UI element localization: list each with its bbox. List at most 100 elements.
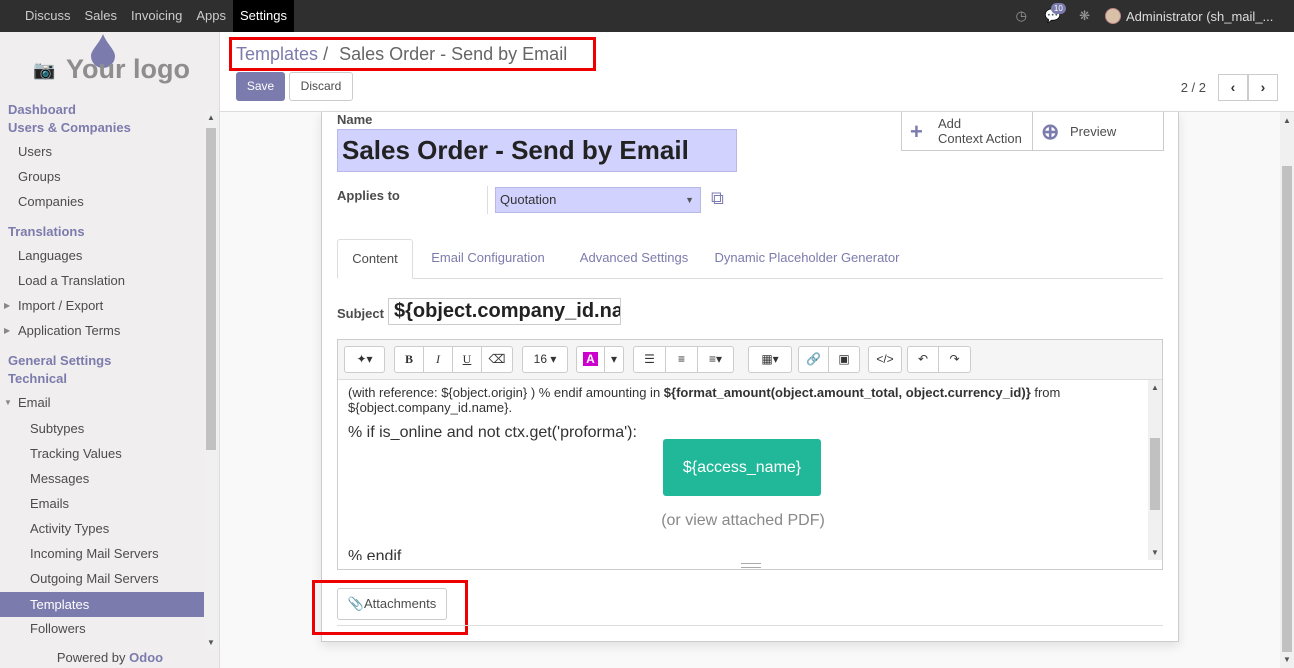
menu-settings[interactable]: Settings [233,0,294,32]
link-icon[interactable]: 🔗 [799,347,829,372]
sidebar-item-technical[interactable]: Technical [0,366,204,391]
underline-button[interactable]: U [453,347,482,372]
table-icon[interactable]: ▦▾ [749,347,791,372]
font-size-select[interactable]: 16 ▾ [523,347,567,372]
add-context-action-button[interactable]: + Add Context Action [902,112,1033,150]
applies-to-select[interactable]: Quotation ▼ [495,187,701,213]
code-view-icon[interactable]: </> [869,347,901,372]
menu-apps[interactable]: Apps [189,0,233,32]
sidebar-item-load-translation[interactable]: Load a Translation [0,268,204,293]
powered-by: Powered by Odoo [0,650,220,665]
sidebar-item-activity-types[interactable]: Activity Types [0,516,204,541]
eraser-icon[interactable]: ⌫ [482,347,512,372]
sidebar-item-emails[interactable]: Emails [0,491,204,516]
tab-advanced-settings[interactable]: Advanced Settings [571,239,697,279]
sidebar-menu: Dashboard Users & Companies Users Groups… [0,102,204,650]
editor-text-amount: ${format_amount(object.amount_total, obj… [663,385,1031,400]
access-button[interactable]: ${access_name} [663,439,821,496]
user-menu[interactable]: Administrator (sh_mail_... [1126,9,1294,24]
magic-wand-icon[interactable]: ✦▾ [345,347,384,372]
scroll-up-icon[interactable]: ▲ [207,113,215,122]
applies-to-value: Quotation [500,192,557,207]
sidebar-item-subtypes[interactable]: Subtypes [0,416,204,441]
editor-text-line: (with reference: ${object.origin} ) % en… [348,385,1060,400]
menu-sales[interactable]: Sales [78,0,125,32]
chat-icon[interactable]: 💬 10 [1045,3,1066,24]
add-context-line1: Add [938,116,962,131]
sidebar-item-languages[interactable]: Languages [0,243,204,268]
scrollbar-thumb[interactable] [206,128,216,450]
undo-icon[interactable]: ↶ [908,347,939,372]
scroll-up-icon[interactable]: ▲ [1283,116,1291,125]
scroll-down-icon[interactable]: ▼ [1283,655,1291,664]
sidebar-item-application-terms[interactable]: Application Terms [0,318,204,343]
avatar[interactable] [1105,8,1121,24]
save-button[interactable]: Save [236,72,285,101]
top-navbar: Discuss Sales Invoicing Apps Settings ◷ … [0,0,1294,32]
powered-brand[interactable]: Odoo [129,650,163,665]
bold-button[interactable]: B [395,347,424,372]
editor-scrollbar[interactable]: ▲ ▼ [1148,380,1162,560]
bug-icon[interactable]: ❋ [1079,8,1090,24]
editor-content[interactable]: (with reference: ${object.origin} ) % en… [338,380,1148,560]
align-icon[interactable]: ≡▾ [698,347,733,372]
plus-icon: + [910,119,923,144]
scrollbar-thumb[interactable] [1282,166,1292,652]
tab-email-configuration[interactable]: Email Configuration [423,239,553,279]
tab-dynamic-placeholder-generator[interactable]: Dynamic Placeholder Generator [713,239,901,279]
ordered-list-icon[interactable]: ≡ [666,347,698,372]
italic-button[interactable]: I [424,347,453,372]
sidebar-item-companies[interactable]: Companies [0,189,204,214]
menu-invoicing[interactable]: Invoicing [124,0,189,32]
font-color-button[interactable]: A [577,347,605,372]
sidebar-item-import-export[interactable]: Import / Export [0,293,204,318]
preview-button[interactable]: ⊕ Preview [1033,112,1164,150]
pager-next-button[interactable]: › [1248,74,1278,101]
sidebar-scrollbar[interactable]: ▲ ▼ [204,110,218,650]
subject-field[interactable]: ${object.company_id.name} [388,298,621,325]
company-logo[interactable]: 📷 Your logo [0,32,220,102]
unordered-list-icon[interactable]: ☰ [634,347,666,372]
menu-discuss[interactable]: Discuss [18,0,78,32]
sidebar-item-incoming-mail-servers[interactable]: Incoming Mail Servers [0,541,204,566]
scroll-down-icon[interactable]: ▼ [207,638,215,647]
sidebar-item-groups[interactable]: Groups [0,164,204,189]
add-context-line2: Context Action [938,131,1022,146]
smart-buttons: + Add Context Action ⊕ Preview [901,112,1164,151]
dropdown-arrow-icon: ▼ [685,195,694,205]
resize-handle[interactable] [741,563,761,568]
chevron-down-icon[interactable]: ▾ [605,347,623,372]
name-field[interactable]: Sales Order - Send by Email [337,129,737,172]
highlight-box [229,37,596,71]
scroll-down-icon[interactable]: ▼ [1151,548,1159,557]
image-icon[interactable]: ▣ [829,347,859,372]
scroll-up-icon[interactable]: ▲ [1151,383,1159,392]
scrollbar-thumb[interactable] [1150,438,1160,510]
sidebar-item-email[interactable]: Email [0,390,204,415]
powered-prefix: Powered by [56,650,126,665]
tab-bar: Content Email Configuration Advanced Set… [337,239,1163,279]
highlight-box [312,580,468,635]
pager-value: 2 / 2 [1180,80,1206,95]
sidebar-item-outgoing-mail-servers[interactable]: Outgoing Mail Servers [0,566,204,591]
editor-text-company: ${object.company_id.name}. [348,400,513,415]
clock-icon[interactable]: ◷ [1016,8,1027,24]
tab-content[interactable]: Content [337,239,413,279]
discard-button[interactable]: Discard [289,72,353,101]
sidebar-item-users[interactable]: Users [0,139,204,164]
editor-text-c: from [1030,385,1061,400]
sidebar-item-tracking-values[interactable]: Tracking Values [0,441,204,466]
preview-label: Preview [1070,124,1117,139]
editor-toolbar: ✦▾ B I U ⌫ 16 ▾ A ▾ ☰ ≡ ≡▾ ▦▾ 🔗 ▣ </> ↶ … [338,340,1162,380]
sidebar-item-messages[interactable]: Messages [0,466,204,491]
pager-previous-button[interactable]: ‹ [1218,74,1248,101]
editor-if-line: % if is_online and not ctx.get('proforma… [348,424,637,441]
main-scrollbar[interactable]: ▲ ▼ [1280,112,1294,668]
sidebar-item-users-companies[interactable]: Users & Companies [0,115,204,140]
sidebar-item-followers[interactable]: Followers [0,616,204,641]
sidebar-item-translations[interactable]: Translations [0,219,204,244]
redo-icon[interactable]: ↷ [939,347,970,372]
external-link-icon[interactable]: ⧉ [711,188,724,209]
sidebar-item-templates[interactable]: Templates [0,592,204,617]
editor-endif-line: % endif [348,548,402,560]
